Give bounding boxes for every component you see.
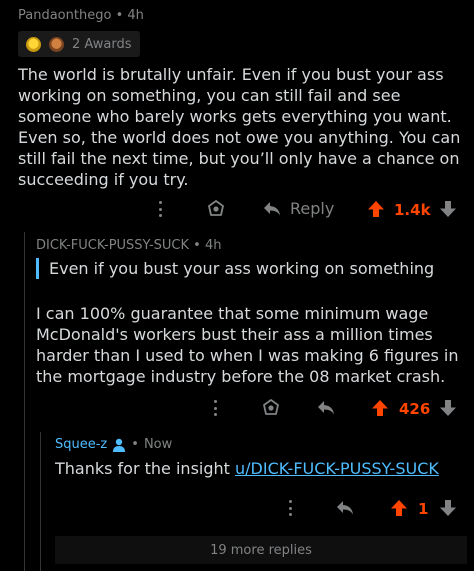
- thread-line-level1[interactable]: [24, 232, 25, 571]
- reply-icon[interactable]: [316, 399, 336, 417]
- downvote-icon[interactable]: [439, 399, 457, 417]
- comment3-age: Now: [143, 437, 173, 452]
- gold-award-icon: [26, 36, 41, 52]
- reply-icon[interactable]: [335, 499, 355, 517]
- reply-icon: [264, 201, 280, 215]
- comment1-author[interactable]: Pandaonthego: [18, 8, 111, 23]
- more-replies-label: 19 more replies: [210, 542, 312, 558]
- bear-award-icon: [49, 36, 64, 52]
- awards-badge[interactable]: 2 Awards: [18, 31, 140, 57]
- comment2-score: 426: [399, 400, 431, 418]
- upvote-icon[interactable]: [390, 499, 408, 517]
- downvote-icon[interactable]: [439, 499, 457, 517]
- separator-dot: •: [193, 238, 205, 253]
- give-award-icon[interactable]: [206, 199, 226, 219]
- upvote-icon[interactable]: [371, 399, 389, 417]
- more-options-icon[interactable]: [213, 400, 217, 416]
- upvote-icon[interactable]: [367, 200, 385, 218]
- awards-label: 2 Awards: [72, 36, 132, 52]
- comment1-meta: Pandaonthego • 4h: [18, 8, 144, 23]
- comment2-age: 4h: [204, 238, 222, 253]
- more-replies-button[interactable]: 19 more replies: [55, 536, 467, 564]
- give-award-icon[interactable]: [261, 398, 281, 418]
- comment2-text: I can 100% guarantee that some minimum w…: [36, 304, 459, 386]
- comment3-author[interactable]: Squee-z: [55, 437, 107, 452]
- comment3-text: Thanks for the insight: [55, 459, 235, 478]
- separator-dot: •: [131, 437, 139, 452]
- user-mention-link[interactable]: u/DICK-FUCK-PUSSY-SUCK: [235, 459, 439, 478]
- thread-line-level2[interactable]: [40, 432, 41, 571]
- comment3-meta: Squee-z • Now: [55, 437, 172, 452]
- comment2-body: I can 100% guarantee that some minimum w…: [36, 303, 466, 387]
- more-options-icon[interactable]: [158, 201, 162, 217]
- comment1-text: The world is brutally unfair. Even if yo…: [18, 65, 461, 189]
- reply-button[interactable]: Reply: [262, 199, 334, 218]
- reply-label: Reply: [290, 199, 335, 218]
- separator-dot: •: [115, 8, 128, 23]
- comment1-body: The world is brutally unfair. Even if yo…: [18, 64, 464, 190]
- comment1-age: 4h: [127, 8, 144, 23]
- op-user-icon: [113, 438, 126, 452]
- downvote-icon[interactable]: [439, 200, 457, 218]
- comment1-score: 1.4k: [394, 201, 431, 219]
- more-options-icon[interactable]: [288, 500, 292, 516]
- comment3-body: Thanks for the insight u/DICK-FUCK-PUSSY…: [55, 458, 439, 479]
- comment2-meta: DICK-FUCK-PUSSY-SUCK • 4h: [36, 238, 221, 253]
- comment2-quote: Even if you bust your ass working on som…: [36, 258, 434, 279]
- comment2-author[interactable]: DICK-FUCK-PUSSY-SUCK: [36, 238, 189, 253]
- comment3-score: 1: [418, 500, 429, 518]
